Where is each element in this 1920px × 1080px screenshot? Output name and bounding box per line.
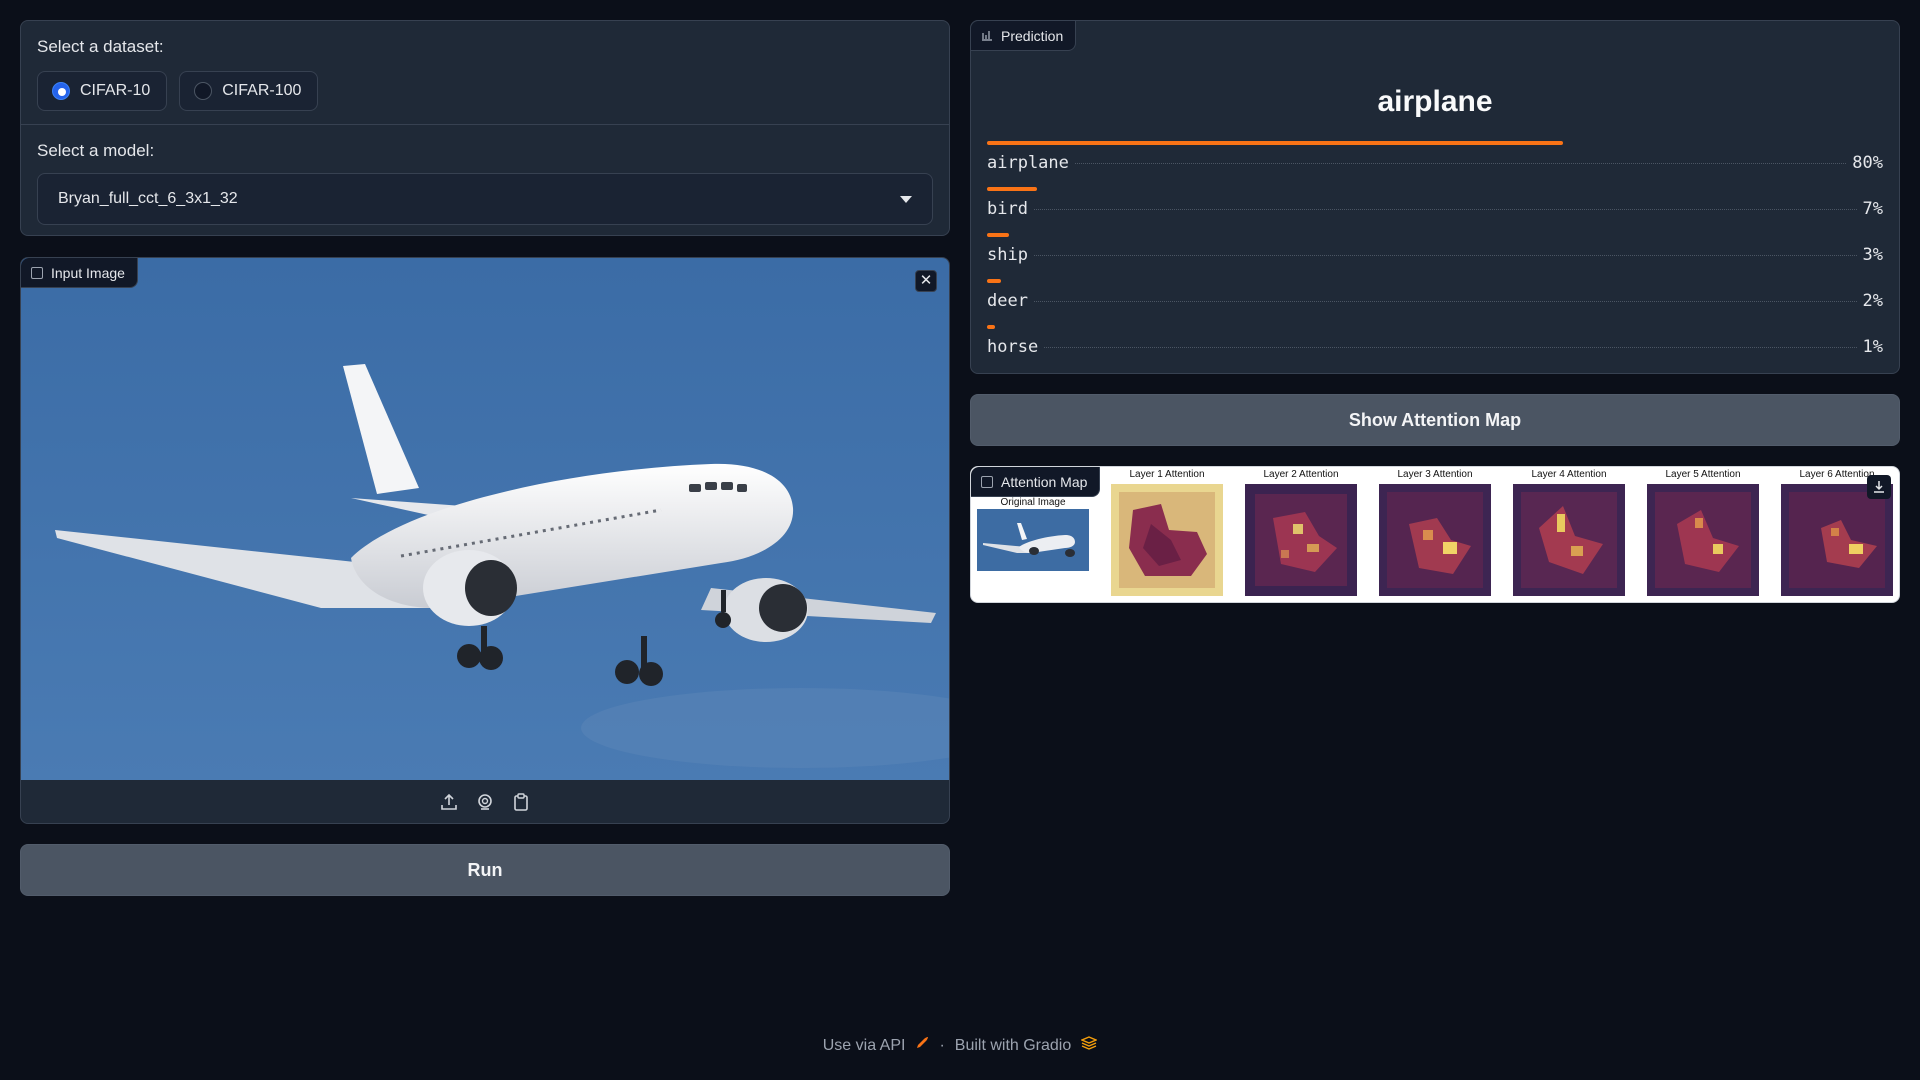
confidence-label: horse xyxy=(987,337,1039,357)
built-with-gradio-link[interactable]: Built with Gradio xyxy=(955,1037,1072,1055)
gradio-logo-icon xyxy=(1080,1036,1099,1055)
layer-3-attention-map xyxy=(1379,484,1491,596)
predicted-class: airplane xyxy=(1377,85,1493,118)
confidence-bar xyxy=(987,233,1009,237)
attention-map-panel: Attention Map Original Image Layer 1 Att… xyxy=(970,466,1900,603)
layer-1-attention-map xyxy=(1111,484,1223,596)
model-dropdown[interactable]: Bryan_full_cct_6_3x1_32 xyxy=(37,173,933,225)
input-image-tag-label: Input Image xyxy=(51,264,125,281)
radio-selected-indicator[interactable] xyxy=(52,82,70,100)
input-image-panel: Input Image ✕ xyxy=(20,257,950,824)
radio-cifar-100[interactable]: CIFAR-100 xyxy=(179,71,319,111)
attention-caption: Original Image xyxy=(1000,497,1066,508)
clipboard-icon[interactable] xyxy=(510,791,532,813)
confidence-bar xyxy=(987,141,1563,145)
show-attention-map-button[interactable]: Show Attention Map xyxy=(970,394,1900,446)
confidence-item[interactable]: horse 1% xyxy=(987,325,1883,371)
confidence-item[interactable]: airplane 80% xyxy=(987,141,1883,187)
input-image-tag: Input Image xyxy=(21,258,138,288)
prediction-tag-label: Prediction xyxy=(1001,27,1064,44)
image-source-toolbar xyxy=(21,780,949,823)
chevron-down-icon[interactable] xyxy=(900,195,912,203)
radio-label: CIFAR-10 xyxy=(80,82,151,99)
prediction-panel: Prediction airplane airplane 80% bird 7% s… xyxy=(970,20,1900,374)
divider xyxy=(21,124,949,125)
confidence-percent: 80% xyxy=(1852,153,1883,173)
layer-2-attention-map xyxy=(1245,484,1357,596)
attention-map-tag: Attention Map xyxy=(971,467,1101,497)
footer-separator: · xyxy=(939,1036,945,1054)
bar-chart-icon xyxy=(981,28,993,44)
confidence-item[interactable]: bird 7% xyxy=(987,187,1883,233)
dataset-label: Select a dataset: xyxy=(37,37,164,56)
footer: Use via API · Built with Gradio xyxy=(0,1036,1920,1055)
attention-caption: Layer 3 Attention xyxy=(1397,469,1473,480)
attention-map-tag-label: Attention Map xyxy=(1001,473,1088,490)
confidence-bar xyxy=(987,187,1037,191)
confidence-percent: 1% xyxy=(1862,337,1883,357)
radio-label: CIFAR-100 xyxy=(222,82,302,99)
use-via-api-link[interactable]: Use via API xyxy=(823,1037,906,1055)
layer-4-attention-map xyxy=(1513,484,1625,596)
download-icon[interactable] xyxy=(1867,475,1891,499)
upload-icon[interactable] xyxy=(438,791,460,813)
layer-5-attention-map xyxy=(1647,484,1759,596)
confidence-bar xyxy=(987,325,995,329)
prediction-tag: Prediction xyxy=(971,21,1077,51)
original-image-thumbnail xyxy=(977,509,1089,571)
image-icon xyxy=(31,266,43,279)
layer-6-attention-map xyxy=(1781,484,1893,596)
confidence-bar xyxy=(987,279,1001,283)
dataset-model-panel: Select a dataset: CIFAR-10 CIFAR-100 Sel… xyxy=(20,20,950,236)
confidence-percent: 3% xyxy=(1862,245,1883,265)
close-icon[interactable]: ✕ xyxy=(915,270,937,292)
confidence-label: ship xyxy=(987,245,1028,265)
attention-caption: Layer 5 Attention xyxy=(1665,469,1741,480)
confidence-percent: 2% xyxy=(1862,291,1883,311)
model-dropdown-value: Bryan_full_cct_6_3x1_32 xyxy=(58,190,238,207)
confidence-percent: 7% xyxy=(1862,199,1883,219)
image-icon xyxy=(981,475,993,488)
airplane-photo xyxy=(21,258,949,780)
input-image[interactable] xyxy=(21,258,949,780)
attention-caption: Layer 4 Attention xyxy=(1531,469,1607,480)
confidence-label: deer xyxy=(987,291,1028,311)
model-label: Select a model: xyxy=(37,141,155,160)
confidence-label: airplane xyxy=(987,153,1069,173)
attention-caption: Layer 2 Attention xyxy=(1263,469,1339,480)
confidence-item[interactable]: ship 3% xyxy=(987,233,1883,279)
radio-unselected-indicator[interactable] xyxy=(194,82,213,100)
webcam-icon[interactable] xyxy=(474,791,496,813)
dataset-radio-group: CIFAR-10 CIFAR-100 xyxy=(37,71,319,111)
confidence-item[interactable]: deer 2% xyxy=(987,279,1883,325)
rocket-icon xyxy=(915,1036,929,1055)
attention-caption: Layer 1 Attention xyxy=(1129,469,1205,480)
confidence-label: bird xyxy=(987,199,1028,219)
radio-cifar-10[interactable]: CIFAR-10 xyxy=(37,71,168,111)
run-button[interactable]: Run xyxy=(20,844,950,896)
